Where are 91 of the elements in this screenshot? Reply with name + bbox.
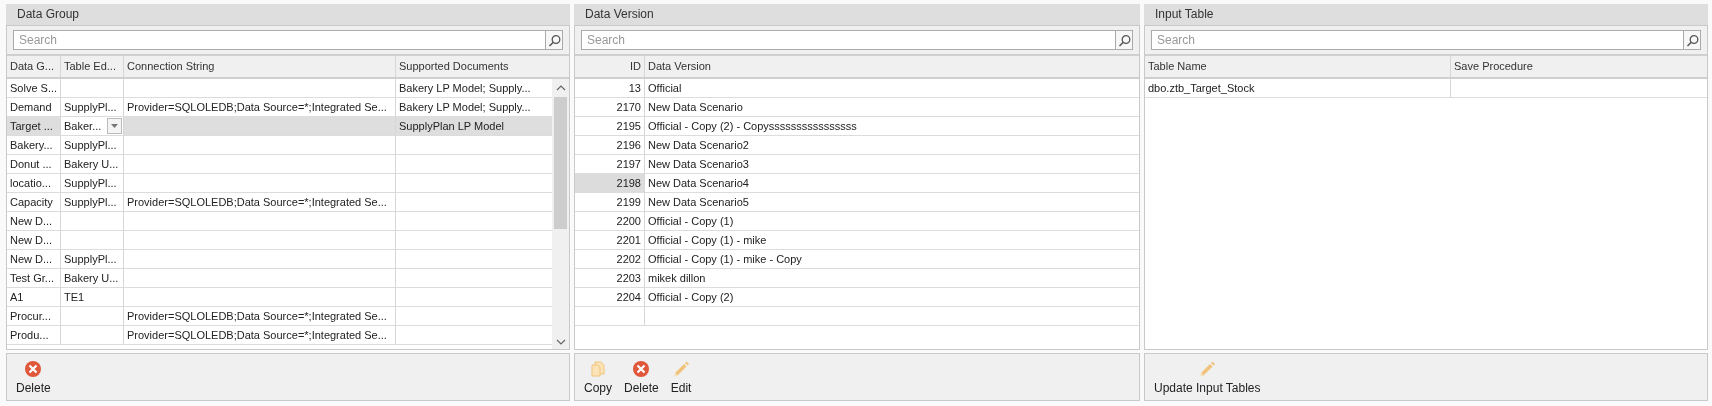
table-cell: 2201	[575, 231, 645, 249]
table-cell: Demand	[7, 98, 61, 116]
column-header[interactable]: Save Procedure	[1451, 56, 1707, 77]
search-field[interactable]: Search	[581, 30, 1115, 50]
column-header[interactable]: Data Version	[645, 56, 1139, 77]
pencil-icon	[1198, 359, 1217, 378]
edit-button[interactable]: Edit	[665, 354, 697, 400]
selected-row[interactable]: Target ... Baker... SupplyPlan LP Model	[7, 117, 552, 136]
table-cell: Provider=SQLOLEDB;Data Source=*;Integrated Se...	[124, 193, 396, 211]
table-cell: A1	[7, 288, 61, 306]
table-cell: dbo.ztb_Target_Stock	[1145, 79, 1451, 97]
table-cell-text: Bakery LP Model; Supply...	[398, 100, 532, 115]
copy-icon	[589, 359, 607, 378]
table-cell: 2170	[575, 98, 645, 116]
table-cell: 2202	[575, 250, 645, 268]
panel-header: Data Group	[6, 4, 570, 25]
table-cell-text: New Data Scenario5	[647, 195, 750, 210]
table-cell: Capacity	[7, 193, 61, 211]
search-button[interactable]	[545, 30, 563, 50]
panel-header: Input Table	[1144, 4, 1708, 25]
table-cell: TE1	[61, 288, 124, 306]
table-cell: Bakery U...	[61, 269, 124, 287]
table-cell: SupplyPl...	[61, 174, 124, 192]
table-cell-text: mikek dillon	[647, 271, 707, 286]
table-cell-text: New Data Scenario2	[647, 138, 750, 153]
scroll-up-icon	[555, 85, 566, 91]
search-field[interactable]: Search	[1151, 30, 1683, 50]
table-cell: New D...	[7, 231, 61, 249]
table-cell: Donut ...	[7, 155, 61, 173]
search-icon	[547, 33, 561, 47]
table-cell-text: New Data Scenario	[647, 100, 744, 115]
delete-icon	[632, 359, 651, 378]
delete-button[interactable]: Delete	[11, 354, 56, 400]
table-cell: 2195	[575, 117, 645, 135]
table-cell: 2197	[575, 155, 645, 173]
table-cell: Bakery...	[7, 136, 61, 154]
table-cell: New D...	[7, 212, 61, 230]
table-cell: 13	[575, 79, 645, 97]
table-cell: 2204	[575, 288, 645, 306]
table-cell: Bakery U...	[61, 155, 124, 173]
column-header[interactable]: Table Name	[1145, 56, 1451, 77]
search-button[interactable]	[1115, 30, 1133, 50]
table-cell: Provider=SQLOLEDB;Data Source=*;Integrated Se...	[124, 98, 396, 116]
table-cell-text: Official	[647, 81, 683, 96]
column-header[interactable]: Supported Documents	[396, 56, 552, 77]
scroll-down-icon	[555, 339, 566, 345]
search-icon	[1117, 33, 1131, 47]
table-cell: SupplyPl...	[61, 250, 124, 268]
table-cell-text: Baker...	[64, 119, 103, 134]
table-cell: Solve S...	[7, 79, 61, 97]
table-cell: 2200	[575, 212, 645, 230]
column-header[interactable]: Connection String	[124, 56, 396, 77]
scrollbar[interactable]	[552, 79, 569, 349]
copy-button[interactable]: Copy	[579, 354, 617, 400]
table-cell: SupplyPl...	[61, 136, 124, 154]
dropdown-button[interactable]	[107, 118, 122, 134]
table-cell: Provider=SQLOLEDB;Data Source=*;Integrated Se...	[124, 307, 396, 325]
table-cell: 2196	[575, 136, 645, 154]
table-cell-text: Official - Copy (1) - mike	[647, 233, 768, 248]
table-cell-text: Official - Copy (1) - mike - Copy	[647, 252, 803, 267]
table-cell-text: Official - Copy (2)	[647, 290, 735, 305]
column-header[interactable]: Table Ed...	[61, 56, 124, 77]
edit-button[interactable]: Update Input Tables	[1149, 354, 1266, 400]
table-cell-text: New Data Scenario3	[647, 157, 750, 172]
search-icon	[1685, 33, 1699, 47]
delete-button[interactable]: Delete	[619, 354, 664, 400]
table-cell: Test Gr...	[7, 269, 61, 287]
table-cell: Procur...	[7, 307, 61, 325]
scroll-thumb[interactable]	[554, 97, 567, 229]
table-cell-text: Official - Copy (2) - Copyssssssssssssssss	[647, 119, 858, 134]
column-header[interactable]: ID	[575, 56, 645, 77]
table-cell: 2203	[575, 269, 645, 287]
search-button[interactable]	[1683, 30, 1701, 50]
table-cell-text: Bakery LP Model; Supply...	[398, 81, 532, 96]
table-cell: Provider=SQLOLEDB;Data Source=*;Integrated Se...	[124, 326, 396, 344]
table-cell: locatio...	[7, 174, 61, 192]
caret-icon	[110, 123, 119, 129]
table-cell: SupplyPl...	[61, 193, 124, 211]
pencil-icon	[672, 359, 691, 378]
table-cell: Produ...	[7, 326, 61, 344]
table-cell-text: Official - Copy (1)	[647, 214, 735, 229]
table-cell: New D...	[7, 250, 61, 268]
search-field[interactable]: Search	[13, 30, 545, 50]
panel-header: Data Version	[574, 4, 1140, 25]
table-cell: 2199	[575, 193, 645, 211]
table-cell-text: New Data Scenario4	[647, 176, 750, 191]
delete-icon	[24, 359, 43, 378]
table-cell-text: SupplyPlan LP Model	[398, 119, 505, 134]
table-cell: SupplyPl...	[61, 98, 124, 116]
table-cell: 2198	[575, 174, 645, 192]
column-header[interactable]: Data G...	[7, 56, 61, 77]
